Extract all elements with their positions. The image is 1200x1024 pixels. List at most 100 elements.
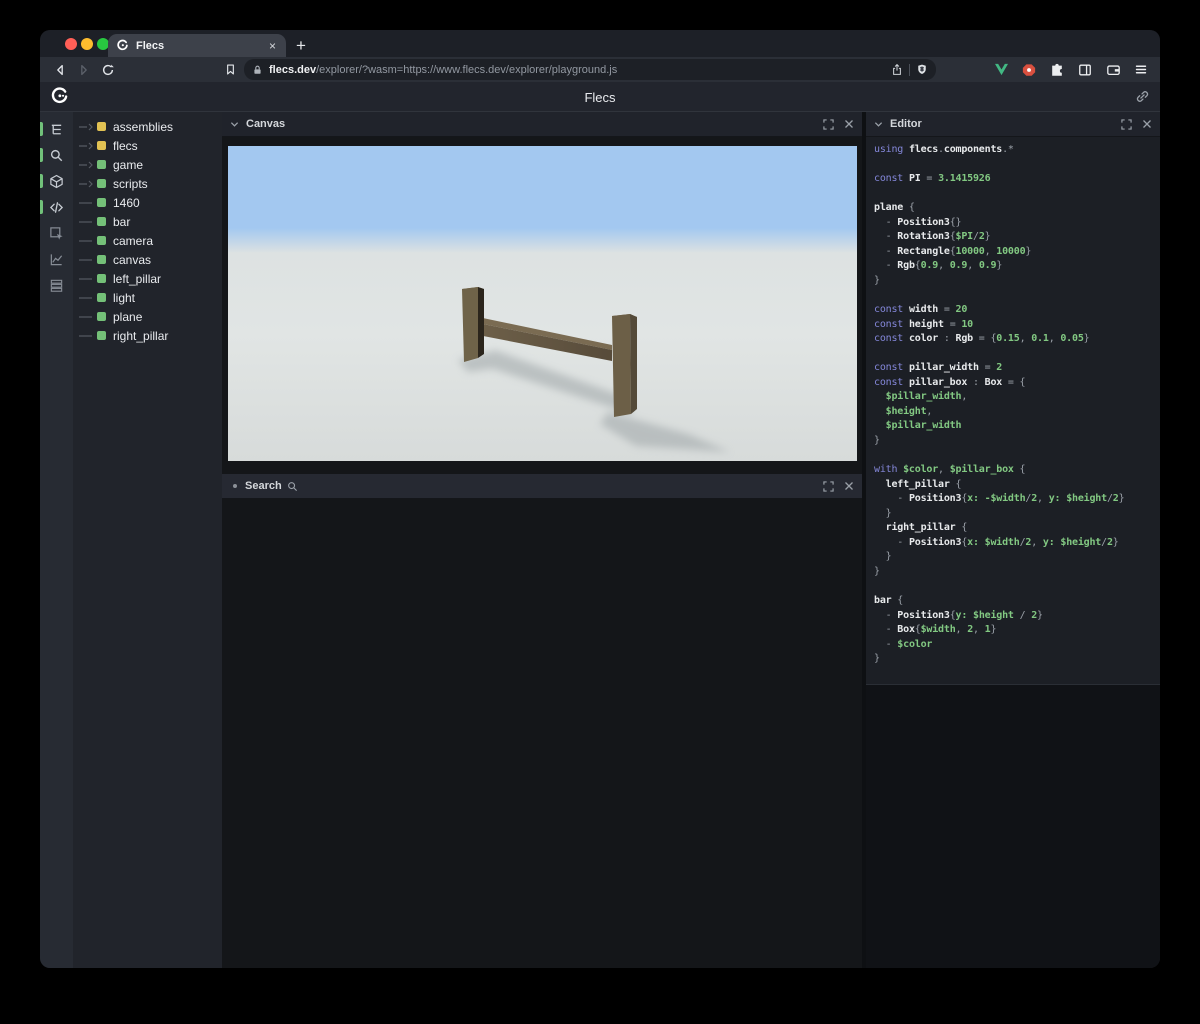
editor-fullscreen-icon[interactable] [1121,118,1132,130]
active-indicator [40,122,43,136]
back-icon[interactable] [48,60,72,80]
window-close-button[interactable] [65,38,77,50]
tree-item-camera[interactable]: camera [73,231,222,250]
code-line: const height = 10 [874,318,973,330]
code-line: bar { [874,594,904,606]
code-line: - $color [874,638,933,650]
code-line: const PI = 3.1415926 [874,173,991,185]
tree-item-light[interactable]: light [73,288,222,307]
code-line: } [874,507,892,519]
leaf-dash-icon [79,199,97,207]
forward-icon[interactable] [72,60,96,80]
code-line: using flecs.components.* [874,144,1014,155]
brave-shield-icon[interactable] [916,63,928,76]
canvas-close-icon[interactable] [844,119,854,129]
editor-panel-header: Editor [866,112,1160,137]
extensions-puzzle-icon[interactable] [1048,61,1066,79]
tree-item-scripts[interactable]: scripts [73,174,222,193]
rail-entity-tree-icon[interactable] [40,116,73,142]
browser-window: Flecs × + flecs.dev/explorer/?wasm=https… [40,30,1160,968]
entity-tag-green [97,274,106,283]
tree-item-left_pillar[interactable]: left_pillar [73,269,222,288]
code-line: const width = 20 [874,304,968,316]
share-icon[interactable] [891,63,903,76]
rail-stats-icon[interactable] [40,246,73,272]
entity-tag-green [97,312,106,321]
vue-devtools-icon[interactable] [992,61,1010,79]
tree-item-game[interactable]: game [73,155,222,174]
rail-data-icon[interactable] [40,272,73,298]
bookmark-icon[interactable] [218,60,242,80]
editor-panel-title: Editor [890,118,922,130]
rail-inspector-icon[interactable] [40,220,73,246]
entity-tag-yellow [97,122,106,131]
expand-arrow-icon[interactable] [79,161,97,169]
tree-item-label: camera [113,233,154,248]
leaf-dash-icon [79,237,97,245]
code-line: - Rotation3{$PI/2} [874,231,991,243]
tree-item-flecs[interactable]: flecs [73,136,222,155]
tree-item-label: assemblies [113,119,174,134]
expand-arrow-icon[interactable] [79,180,97,188]
share-link-icon[interactable] [1135,89,1150,104]
canvas-3d-viewport[interactable] [228,146,857,461]
code-line: } [874,565,880,577]
new-tab-button[interactable]: + [296,34,306,57]
expand-arrow-icon[interactable] [79,142,97,150]
reload-icon[interactable] [96,60,120,80]
search-collapse-dot-icon[interactable] [233,484,237,488]
code-line: const pillar_box : Box = { [874,376,1026,388]
chevron-down-icon[interactable] [874,120,883,129]
canvas-fullscreen-icon[interactable] [823,118,834,130]
rail-cube-icon[interactable] [40,168,73,194]
tree-item-right_pillar[interactable]: right_pillar [73,326,222,345]
leaf-dash-icon [79,275,97,283]
tree-item-assemblies[interactable]: assemblies [73,117,222,136]
active-indicator [40,174,43,188]
tree-item-label: left_pillar [113,271,162,286]
url-path: /explorer/?wasm=https://www.flecs.dev/ex… [316,63,618,76]
window-minimize-button[interactable] [81,38,93,50]
entity-tag-green [97,179,106,188]
entity-tag-green [97,160,106,169]
tree-item-bar[interactable]: bar [73,212,222,231]
search-fullscreen-icon[interactable] [823,480,834,492]
tree-item-plane[interactable]: plane [73,307,222,326]
canvas-3d-scene [228,146,857,461]
code-line: left_pillar { [874,478,962,490]
url-bar[interactable]: flecs.dev/explorer/?wasm=https://www.fle… [244,59,936,80]
rail-code-icon[interactable] [40,194,73,220]
active-indicator [40,148,43,162]
editor-close-icon[interactable] [1142,119,1152,129]
entity-tag-green [97,236,106,245]
menu-icon[interactable] [1132,61,1150,79]
scene-sky-ground [228,146,857,461]
tab-close-icon[interactable]: × [267,39,278,53]
explorer-content: assemblies flecs game scripts 1460 bar camera c… [40,112,1160,968]
browser-tab[interactable]: Flecs × [108,34,286,57]
leaf-dash-icon [79,294,97,302]
code-line: const color : Rgb = {0.15, 0.1, 0.05} [874,333,1090,345]
canvas-panel-title: Canvas [246,118,286,130]
url-text[interactable]: flecs.dev/explorer/?wasm=https://www.fle… [269,64,891,76]
code-line: right_pillar { [874,522,968,534]
tree-item-canvas[interactable]: canvas [73,250,222,269]
tree-item-1460[interactable]: 1460 [73,193,222,212]
chevron-down-icon[interactable] [230,120,239,129]
sidebar-icon[interactable] [1076,61,1094,79]
search-close-icon[interactable] [844,481,854,491]
expand-arrow-icon[interactable] [79,123,97,131]
tree-item-label: canvas [113,252,152,267]
code-editor[interactable]: using flecs.components.* const PI = 3.14… [866,137,1160,685]
rail-search-icon[interactable] [40,142,73,168]
search-panel-title: Search [245,480,282,492]
wallet-icon[interactable] [1104,61,1122,79]
scene-left-pillar [462,287,484,362]
entity-tree-panel: assemblies flecs game scripts 1460 bar camera c… [73,112,222,968]
entity-tag-green [97,255,106,264]
leaf-dash-icon [79,256,97,264]
adblock-icon[interactable] [1020,61,1038,79]
entity-tag-green [97,217,106,226]
